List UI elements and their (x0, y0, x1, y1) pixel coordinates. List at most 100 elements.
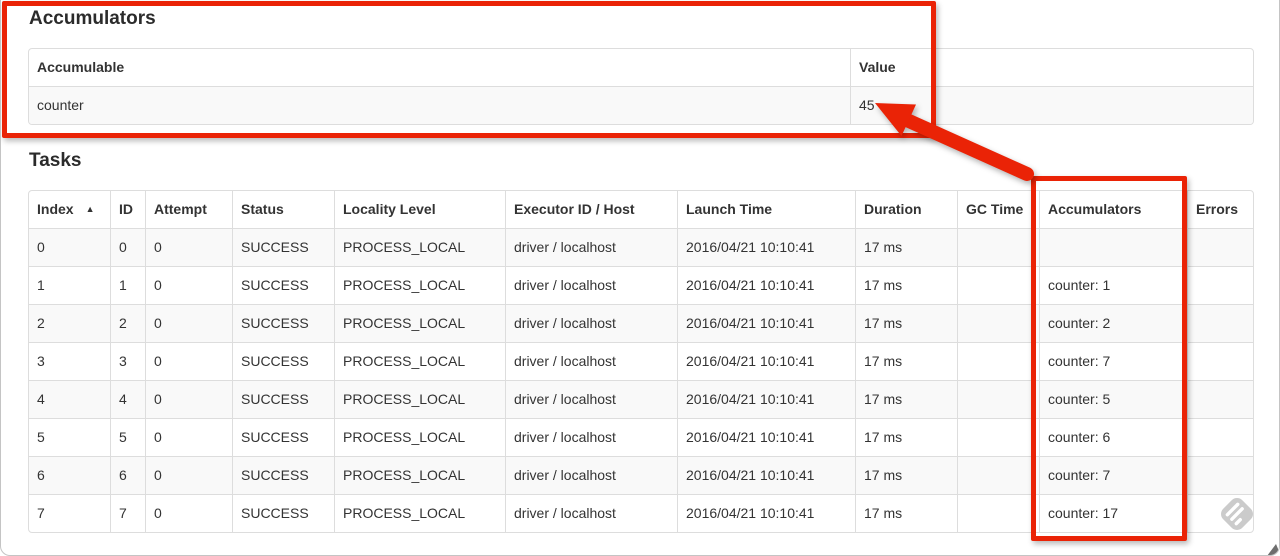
column-header-label: Status (241, 201, 284, 217)
cell (1187, 418, 1253, 456)
cell: 17 ms (855, 494, 957, 532)
sort-ascending-icon: ▲ (85, 204, 95, 214)
cell: driver / localhost (505, 494, 677, 532)
cell: counter: 5 (1039, 380, 1187, 418)
column-header-label: Index (37, 201, 74, 217)
column-header-locality-level[interactable]: Locality Level (334, 191, 505, 228)
cell: 0 (29, 228, 110, 266)
cell: SUCCESS (232, 456, 334, 494)
cell: 5 (29, 418, 110, 456)
task-row-7: 7 7 0 SUCCESS PROCESS_LOCAL driver / localhos… (29, 494, 1253, 532)
cell: counter: 2 (1039, 304, 1187, 342)
cell: 0 (145, 380, 232, 418)
column-header-launch-time[interactable]: Launch Time (677, 191, 855, 228)
cell: PROCESS_LOCAL (334, 418, 505, 456)
tasks-table: Index ▲ ID Attempt Status Locality Level Execu… (29, 191, 1253, 532)
column-header-status[interactable]: Status (232, 191, 334, 228)
cell: 17 ms (855, 342, 957, 380)
cell: PROCESS_LOCAL (334, 456, 505, 494)
tasks-header-row: Index ▲ ID Attempt Status Locality Level Execu… (29, 191, 1253, 228)
cell: 7 (110, 494, 145, 532)
cell: 3 (110, 342, 145, 380)
cell: 0 (145, 494, 232, 532)
cell: 2016/04/21 10:10:41 (677, 228, 855, 266)
cell: 2 (29, 304, 110, 342)
column-header-index[interactable]: Index ▲ (29, 191, 110, 228)
column-header-label: Accumulators (1048, 201, 1142, 217)
spark-ui-stage-page: Accumulators Accumulable Value counter 45 … (0, 0, 1280, 556)
accumulators-header-row: Accumulable Value (29, 49, 1253, 86)
column-header-label: Launch Time (686, 201, 773, 217)
cell: counter: 7 (1039, 342, 1187, 380)
tasks-table-wrapper: Index ▲ ID Attempt Status Locality Level Execu… (28, 190, 1254, 533)
cell: 0 (145, 342, 232, 380)
column-header-id[interactable]: ID (110, 191, 145, 228)
column-header-label: ID (119, 201, 133, 217)
cell: PROCESS_LOCAL (334, 380, 505, 418)
cell: 0 (110, 228, 145, 266)
cell (957, 342, 1039, 380)
mouse-cursor (1267, 544, 1279, 555)
cell (957, 456, 1039, 494)
cell (1187, 342, 1253, 380)
cell: 2016/04/21 10:10:41 (677, 266, 855, 304)
column-header-executor-id-host[interactable]: Executor ID / Host (505, 191, 677, 228)
cell: counter: 6 (1039, 418, 1187, 456)
cell: driver / localhost (505, 266, 677, 304)
column-header-label: Locality Level (343, 201, 436, 217)
cell: 45 (850, 86, 1253, 124)
cell: 4 (110, 380, 145, 418)
cell (957, 228, 1039, 266)
cell: 4 (29, 380, 110, 418)
task-row-4: 4 4 0 SUCCESS PROCESS_LOCAL driver / localhos… (29, 380, 1253, 418)
cell: counter: 1 (1039, 266, 1187, 304)
cell: driver / localhost (505, 418, 677, 456)
cell: 2016/04/21 10:10:41 (677, 304, 855, 342)
column-header-errors[interactable]: Errors (1187, 191, 1253, 228)
cell: 0 (145, 456, 232, 494)
cell (1039, 228, 1187, 266)
cell: SUCCESS (232, 494, 334, 532)
column-header-duration[interactable]: Duration (855, 191, 957, 228)
cell: counter (29, 86, 850, 124)
cell: 2016/04/21 10:10:41 (677, 456, 855, 494)
cell: 17 ms (855, 418, 957, 456)
cell (1187, 266, 1253, 304)
cell: driver / localhost (505, 304, 677, 342)
cell (1187, 228, 1253, 266)
cell: SUCCESS (232, 228, 334, 266)
cell (957, 418, 1039, 456)
cell: 17 ms (855, 456, 957, 494)
cell: 17 ms (855, 304, 957, 342)
cell: 2 (110, 304, 145, 342)
screenshot-annotation-tool-icon[interactable] (1217, 494, 1257, 534)
cell: 5 (110, 418, 145, 456)
cell: SUCCESS (232, 304, 334, 342)
cell (957, 494, 1039, 532)
column-header-gc-time[interactable]: GC Time (957, 191, 1039, 228)
column-header-label: Value (859, 59, 896, 75)
column-header-label: Accumulable (37, 59, 125, 75)
cell (1187, 304, 1253, 342)
cell: SUCCESS (232, 380, 334, 418)
tasks-heading: Tasks (29, 150, 82, 171)
cell: counter: 7 (1039, 456, 1187, 494)
cell (1187, 380, 1253, 418)
cell: driver / localhost (505, 456, 677, 494)
cell: 3 (29, 342, 110, 380)
column-header-value[interactable]: Value (850, 49, 1253, 86)
cell: 2016/04/21 10:10:41 (677, 380, 855, 418)
cell: 17 ms (855, 266, 957, 304)
column-header-accumulable[interactable]: Accumulable (29, 49, 850, 86)
cell: PROCESS_LOCAL (334, 342, 505, 380)
cell: 17 ms (855, 228, 957, 266)
task-row-2: 2 2 0 SUCCESS PROCESS_LOCAL driver / localhos… (29, 304, 1253, 342)
cell: SUCCESS (232, 418, 334, 456)
column-header-accumulators[interactable]: Accumulators (1039, 191, 1187, 228)
cell (957, 266, 1039, 304)
cell: PROCESS_LOCAL (334, 228, 505, 266)
column-header-attempt[interactable]: Attempt (145, 191, 232, 228)
cell: 0 (145, 266, 232, 304)
task-row-0: 0 0 0 SUCCESS PROCESS_LOCAL driver / localhos… (29, 228, 1253, 266)
task-row-3: 3 3 0 SUCCESS PROCESS_LOCAL driver / localhos… (29, 342, 1253, 380)
